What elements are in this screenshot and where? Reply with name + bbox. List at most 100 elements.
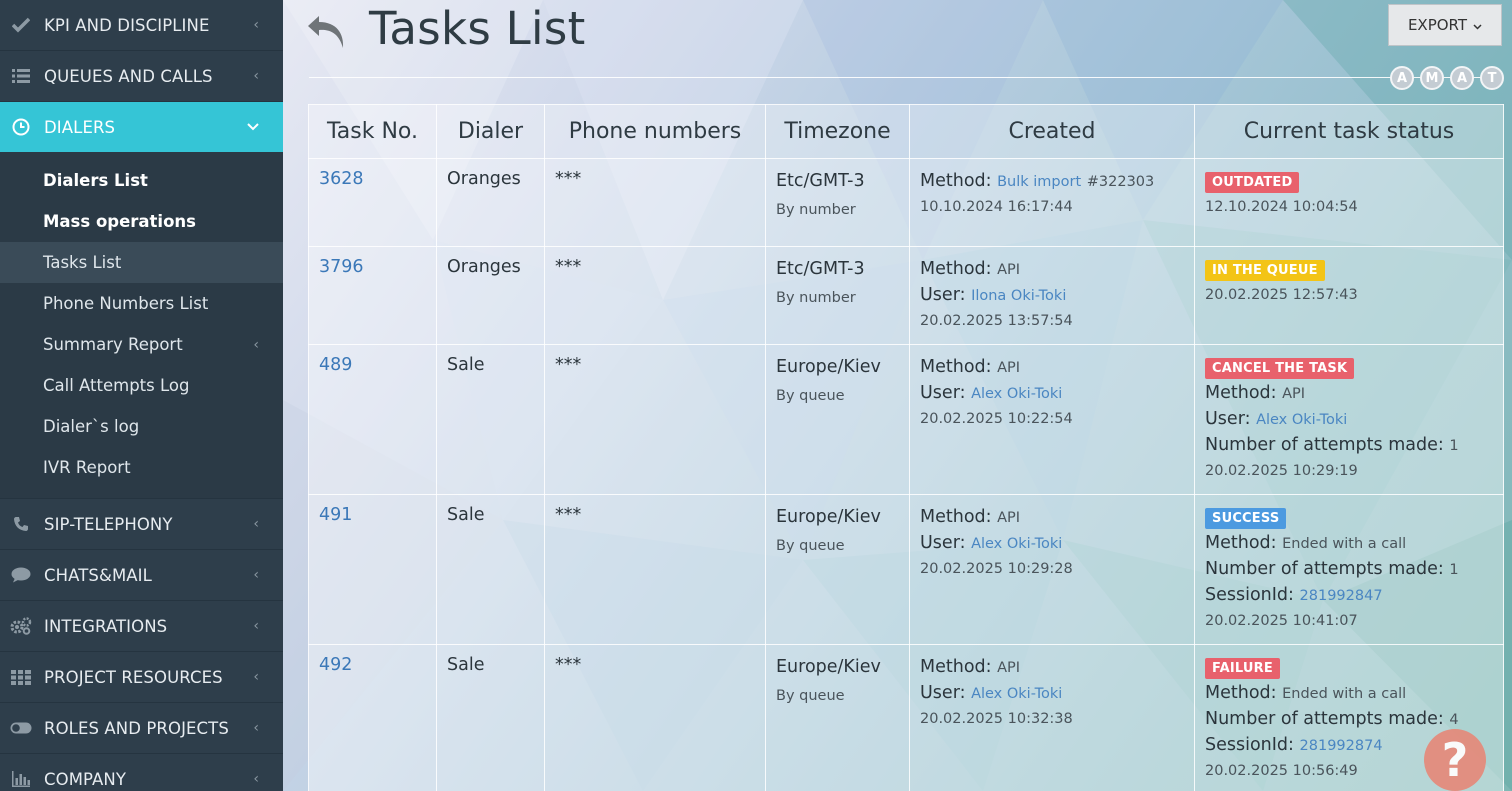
column-header-phone-numbers[interactable]: Phone numbers (544, 104, 766, 159)
cell-task-no: 3628 (308, 158, 437, 247)
sub-item-label: Summary Report (43, 335, 183, 354)
method-label: Method: (1205, 533, 1277, 553)
gears-icon (10, 616, 32, 636)
nav-chats-mail[interactable]: CHATS&MAIL ‹ (0, 550, 283, 601)
nav-project-resources[interactable]: PROJECT RESOURCES ‹ (0, 652, 283, 703)
avatar[interactable]: T (1480, 66, 1504, 90)
sub-item-call-attempts-log[interactable]: Call Attempts Log (0, 365, 283, 406)
user-link[interactable]: Alex Oki-Toki (971, 536, 1062, 552)
sub-item-dialers-list[interactable]: Dialers List (0, 160, 283, 201)
status-badge: OUTDATED (1205, 172, 1300, 193)
sub-item-mass-operations[interactable]: Mass operations (0, 201, 283, 242)
sub-item-ivr-report[interactable]: IVR Report (0, 447, 283, 488)
session-link[interactable]: 281992847 (1300, 588, 1383, 604)
chevron-down-icon (1473, 16, 1482, 34)
task-number-link[interactable]: 491 (319, 505, 352, 525)
method-value-link[interactable]: Bulk import (997, 174, 1081, 190)
status-badge: CANCEL THE TASK (1205, 358, 1355, 379)
cell-timezone: Europe/Kiev By queue (765, 644, 910, 791)
column-header-timezone[interactable]: Timezone (765, 104, 910, 159)
cell-phone-numbers: *** (544, 344, 766, 495)
grid-icon (10, 667, 32, 687)
nav-label: COMPANY (44, 769, 127, 789)
nav-company[interactable]: COMPANY ‹ (0, 754, 283, 791)
timezone-value: Europe/Kiev (776, 657, 881, 677)
table-row[interactable]: 3628 Oranges *** Etc/GMT-3 By number Method: … (308, 158, 1504, 247)
cell-created: Method: API User: Alex Oki-Toki 20.02.2025… (909, 344, 1195, 495)
status-method: Method: API (1205, 381, 1493, 407)
nav-label: DIALERS (44, 117, 116, 137)
status-session: SessionId: 281992847 (1205, 583, 1493, 609)
method-value: API (997, 510, 1021, 526)
nav-queues-and-calls[interactable]: QUEUES AND CALLS ‹ (0, 51, 283, 102)
nav-sip-telephony[interactable]: SIP-TELEPHONY ‹ (0, 499, 283, 550)
column-header-status[interactable]: Current task status (1194, 104, 1504, 159)
table-row[interactable]: 489 Sale *** Europe/Kiev By queue Method: API… (308, 344, 1504, 495)
user-label: User: (920, 533, 966, 553)
nav-label: CHATS&MAIL (44, 565, 152, 585)
attempts-label: Number of attempts made: (1205, 435, 1444, 455)
user-label: User: (920, 383, 966, 403)
column-header-task-no[interactable]: Task No. (308, 104, 437, 159)
back-arrow-icon[interactable] (305, 10, 349, 54)
created-date: 20.02.2025 10:22:54 (920, 411, 1073, 427)
table-row[interactable]: 3796 Oranges *** Etc/GMT-3 By number Method: … (308, 246, 1504, 345)
status-date: 12.10.2024 10:04:54 (1205, 199, 1358, 215)
user-link[interactable]: Alex Oki-Toki (971, 686, 1062, 702)
timezone-value: Europe/Kiev (776, 507, 881, 527)
nav-kpi-and-discipline[interactable]: KPI AND DISCIPLINE ‹ (0, 0, 283, 51)
cell-created: Method: Bulk import #322303 10.10.2024 16… (909, 158, 1195, 247)
cell-status: IN THE QUEUE 20.02.2025 12:57:43 (1194, 246, 1504, 345)
nav-dialers[interactable]: DIALERS (0, 102, 283, 152)
sub-item-tasks-list[interactable]: Tasks List (0, 242, 283, 283)
cell-phone-numbers: *** (544, 246, 766, 345)
column-header-dialer[interactable]: Dialer (436, 104, 545, 159)
task-number-link[interactable]: 489 (319, 355, 352, 375)
chat-bubble-icon (10, 565, 32, 585)
user-label: User: (920, 285, 966, 305)
method-value: Ended with a call (1282, 536, 1407, 552)
method-label: Method: (920, 259, 992, 279)
user-link[interactable]: Alex Oki-Toki (1256, 412, 1347, 428)
created-user: User: Ilona Oki-Toki (920, 283, 1184, 309)
cell-phone-numbers: *** (544, 494, 766, 645)
nav-roles-and-projects[interactable]: ROLES AND PROJECTS ‹ (0, 703, 283, 754)
sub-item-dialers-log[interactable]: Dialer`s log (0, 406, 283, 447)
user-link[interactable]: Alex Oki-Toki (971, 386, 1062, 402)
task-number-link[interactable]: 3796 (319, 257, 364, 277)
cell-created: Method: API User: Ilona Oki-Toki 20.02.202… (909, 246, 1195, 345)
created-method: Method: API (920, 655, 1184, 681)
sub-item-phone-numbers-list[interactable]: Phone Numbers List (0, 283, 283, 324)
created-date: 20.02.2025 10:32:38 (920, 711, 1073, 727)
check-icon (10, 15, 32, 35)
column-header-created[interactable]: Created (909, 104, 1195, 159)
cell-timezone: Europe/Kiev By queue (765, 494, 910, 645)
method-label: Method: (1205, 383, 1277, 403)
nav-label: INTEGRATIONS (44, 616, 168, 636)
cell-status: CANCEL THE TASK Method: API User: Alex Oki… (1194, 344, 1504, 495)
task-number-link[interactable]: 3628 (319, 169, 364, 189)
status-date: 20.02.2025 10:29:19 (1205, 463, 1358, 479)
avatar[interactable]: A (1450, 66, 1474, 90)
nav-integrations[interactable]: INTEGRATIONS ‹ (0, 601, 283, 652)
task-number-link[interactable]: 492 (319, 655, 352, 675)
session-link[interactable]: 281992874 (1300, 738, 1383, 754)
avatar[interactable]: A (1390, 66, 1414, 90)
status-badge: IN THE QUEUE (1205, 260, 1325, 281)
user-link[interactable]: Ilona Oki-Toki (971, 288, 1066, 304)
help-question-icon[interactable]: ? (1424, 729, 1486, 791)
chevron-left-icon: ‹ (253, 618, 259, 634)
sub-item-summary-report[interactable]: Summary Report ‹ (0, 324, 283, 365)
created-date: 10.10.2024 16:17:44 (920, 199, 1073, 215)
session-label: SessionId: (1205, 735, 1294, 755)
avatar[interactable]: M (1420, 66, 1444, 90)
method-value: API (997, 360, 1021, 376)
chevron-left-icon: ‹ (253, 720, 259, 736)
table-row[interactable]: 492 Sale *** Europe/Kiev By queue Method: API… (308, 644, 1504, 791)
cell-dialer: Sale (436, 344, 545, 495)
method-label: Method: (920, 507, 992, 527)
chevron-left-icon: ‹ (253, 17, 259, 33)
method-value: API (1282, 386, 1306, 402)
export-button[interactable]: EXPORT (1388, 4, 1502, 46)
table-row[interactable]: 491 Sale *** Europe/Kiev By queue Method: API… (308, 494, 1504, 645)
